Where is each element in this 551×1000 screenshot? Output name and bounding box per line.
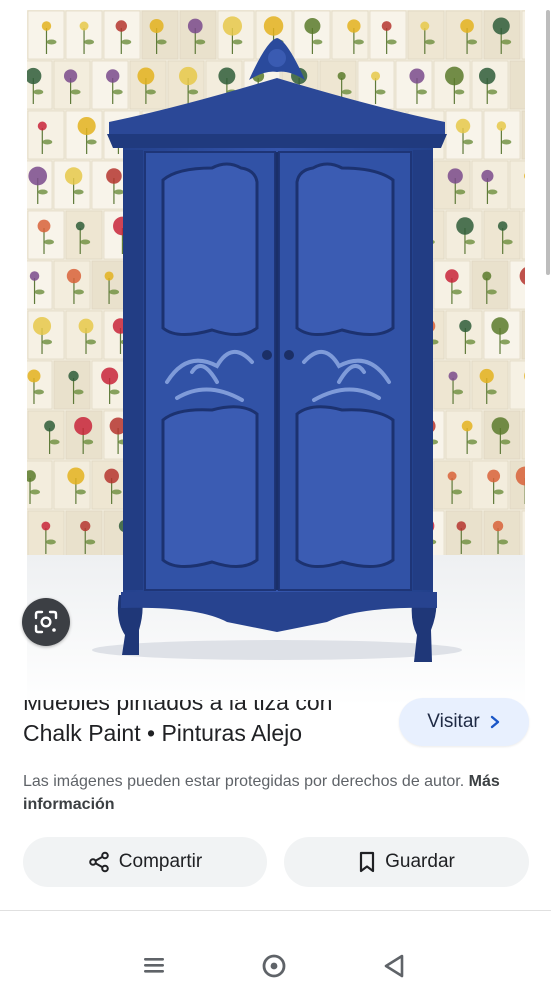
back-triangle-icon[interactable] <box>382 953 406 979</box>
share-icon <box>88 851 109 873</box>
result-image[interactable] <box>27 10 525 706</box>
copyright-notice: Las imágenes pueden estar protegidas por… <box>23 770 533 816</box>
bookmark-icon <box>360 851 375 873</box>
scrollbar[interactable] <box>546 10 550 275</box>
chevron-right-icon <box>490 715 499 729</box>
save-label: Guardar <box>385 851 455 872</box>
menu-icon[interactable] <box>142 953 166 977</box>
visit-button[interactable]: Visitar <box>399 698 529 746</box>
copyright-text: Las imágenes pueden estar protegidas por… <box>23 773 465 790</box>
lens-search-icon <box>34 610 58 634</box>
share-button[interactable]: Compartir <box>23 837 267 887</box>
blue-armoire <box>107 38 447 662</box>
visit-label: Visitar <box>427 711 480 732</box>
divider <box>0 910 551 911</box>
title-line-2: Chalk Paint • Pinturas Alejo <box>23 720 303 746</box>
lens-search-button[interactable] <box>22 598 70 646</box>
armoire-photo <box>27 10 525 706</box>
share-label: Compartir <box>118 851 203 872</box>
home-circle-icon[interactable] <box>261 953 287 979</box>
result-title[interactable]: Muebles pintados a la tiza con Chalk Pai… <box>23 700 393 764</box>
image-detail-page: Muebles pintados a la tiza con Chalk Pai… <box>0 0 551 1000</box>
title-line-1: Muebles pintados a la tiza con <box>23 700 333 715</box>
save-button[interactable]: Guardar <box>284 837 529 887</box>
system-navigation-bar <box>0 935 551 1000</box>
